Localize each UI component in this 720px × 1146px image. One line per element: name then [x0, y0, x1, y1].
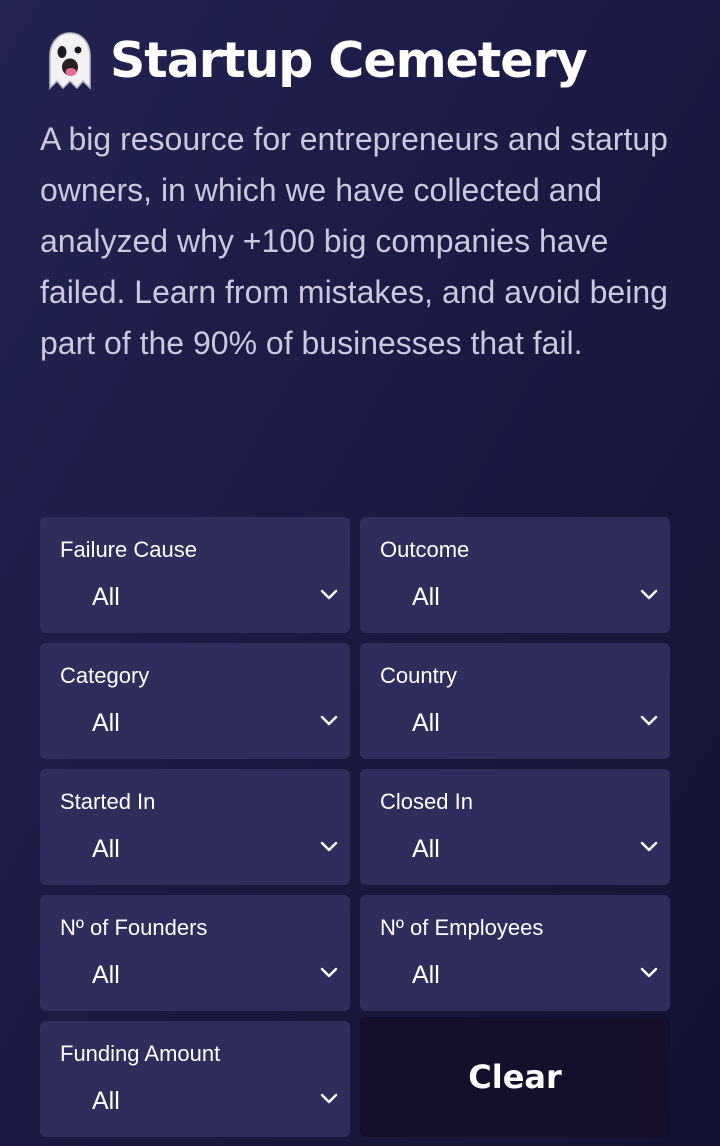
- chevron-down-icon: [640, 589, 658, 600]
- filter-founders[interactable]: Nº of Founders All: [40, 895, 350, 1011]
- filter-label: Closed In: [380, 789, 473, 814]
- filter-label: Funding Amount: [60, 1041, 221, 1066]
- clear-button[interactable]: Clear: [360, 1017, 670, 1137]
- chevron-down-icon: [320, 841, 338, 852]
- filter-started-in[interactable]: Started In All: [40, 769, 350, 885]
- filter-value: All: [92, 835, 120, 863]
- filters-panel: Failure Cause All Outcome All Category A…: [40, 517, 670, 1137]
- filter-failure-cause[interactable]: Failure Cause All: [40, 517, 350, 633]
- filter-label: Started In: [60, 789, 156, 814]
- filter-funding-amount[interactable]: Funding Amount All: [40, 1021, 350, 1137]
- filter-country[interactable]: Country All: [360, 643, 670, 759]
- filter-label: Outcome: [380, 537, 470, 562]
- filter-label: Country: [380, 663, 458, 688]
- filter-value: All: [92, 583, 120, 611]
- filter-outcome[interactable]: Outcome All: [360, 517, 670, 633]
- filter-label: Nº of Founders: [60, 915, 208, 940]
- filter-closed-in[interactable]: Closed In All: [360, 769, 670, 885]
- page-header: Startup Cemetery A big resource for entr…: [40, 22, 700, 369]
- chevron-down-icon: [320, 967, 338, 978]
- chevron-down-icon: [640, 967, 658, 978]
- filter-employees[interactable]: Nº of Employees All: [360, 895, 670, 1011]
- filter-value: All: [412, 835, 440, 863]
- title-row: Startup Cemetery: [40, 22, 700, 98]
- intro-text: A big resource for entrepreneurs and sta…: [40, 121, 668, 361]
- chevron-down-icon: [320, 589, 338, 600]
- chevron-down-icon: [320, 1093, 338, 1104]
- filter-category[interactable]: Category All: [40, 643, 350, 759]
- filter-value: All: [412, 709, 440, 737]
- filter-value: All: [412, 583, 440, 611]
- chevron-down-icon: [320, 715, 338, 726]
- filter-value: All: [412, 961, 440, 989]
- ghost-icon: [49, 32, 91, 90]
- filter-value: All: [92, 1087, 120, 1115]
- page-title: Startup Cemetery: [110, 31, 588, 89]
- chevron-down-icon: [640, 715, 658, 726]
- filter-value: All: [92, 709, 120, 737]
- chevron-down-icon: [640, 841, 658, 852]
- filter-value: All: [92, 961, 120, 989]
- filter-label: Nº of Employees: [380, 915, 544, 940]
- filter-label: Failure Cause: [60, 537, 197, 562]
- filter-label: Category: [60, 663, 150, 688]
